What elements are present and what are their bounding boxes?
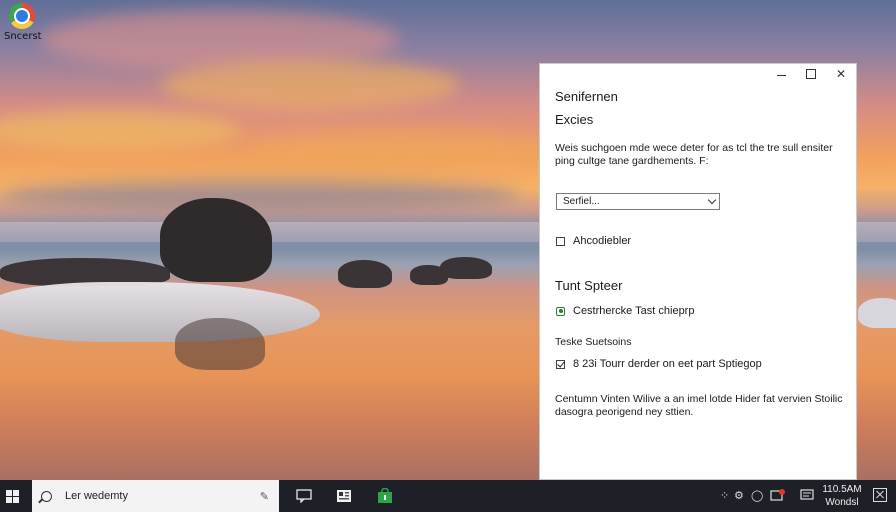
pen-icon[interactable]: ✎ (260, 490, 269, 503)
screen-icon[interactable] (800, 489, 814, 503)
store-bag-icon[interactable] (375, 486, 395, 506)
start-button[interactable] (0, 480, 24, 512)
cloud (0, 110, 240, 150)
section-subtitle: Teske Suetsoins (555, 336, 632, 348)
dialog-description: Weis suchgoen mde wece deter for as tcl … (555, 142, 833, 167)
dialog-titlebar: ✕ (766, 64, 856, 84)
option-row-1[interactable]: Cestrhercke Tast chieprp (556, 305, 694, 317)
close-button[interactable]: ✕ (826, 64, 856, 84)
news-icon[interactable] (334, 486, 354, 506)
maximize-icon (806, 69, 816, 79)
cloud (0, 180, 520, 210)
taskbar: Ler wedemty ✎ ⁘ ⚙ ◯ 110.5AM Wondsl (0, 480, 896, 512)
settings-dialog: ✕ Senifernen Excies Weis suchgoen mde we… (539, 63, 857, 480)
settings-icon[interactable]: ⚙ (734, 489, 744, 502)
notification-badge-icon[interactable] (770, 489, 786, 504)
foam-rock-right (858, 298, 896, 328)
taskbar-clock[interactable]: 110.5AM Wondsl (820, 483, 864, 509)
chat-icon[interactable] (294, 486, 314, 506)
windows-logo-icon (5, 489, 19, 503)
desktop-app-label: Sncerst (4, 31, 42, 42)
checkbox-row-1[interactable]: Ahcodiebler (556, 235, 631, 247)
checkbox-row-2[interactable]: 8 23i Tourr derder on eet part Sptiegop (556, 358, 762, 370)
close-icon: ✕ (835, 67, 847, 81)
rock-reflection (175, 318, 265, 370)
search-text: Ler wedemty (65, 490, 128, 502)
circle-icon[interactable]: ◯ (751, 489, 763, 502)
option-1-selector[interactable] (556, 306, 565, 316)
desktop-app-shortcut[interactable]: Sncerst (4, 3, 42, 42)
clock-label: Wondsl (825, 497, 859, 508)
dialog-subtitle: Excies (555, 112, 594, 127)
cloud (250, 130, 550, 170)
network-icon[interactable]: ⁘ (720, 489, 729, 502)
minimize-icon (776, 74, 786, 76)
checkbox-1[interactable] (556, 236, 565, 246)
dropdown-value: Serfiel... (563, 196, 600, 207)
foam-rock (0, 282, 320, 342)
large-rock (160, 198, 272, 282)
taskbar-search-box[interactable]: Ler wedemty ✎ (32, 480, 279, 512)
maximize-button[interactable] (796, 64, 826, 84)
minimize-button[interactable] (766, 64, 796, 84)
clock-time: 110.5AM (822, 484, 862, 495)
chevron-down-icon (707, 195, 717, 205)
search-icon (41, 490, 52, 502)
checkbox-2[interactable] (556, 359, 565, 369)
rock (338, 260, 392, 288)
notification-center-icon[interactable] (873, 488, 887, 502)
checkbox-1-label: Ahcodiebler (573, 235, 632, 247)
rock (440, 257, 492, 279)
dialog-title: Senifernen (555, 89, 618, 104)
options-dropdown[interactable]: Serfiel... (556, 193, 720, 210)
dialog-footer-text: Centumn Vinten Wilive a an imel lotde Hi… (555, 393, 843, 418)
section-title: Tunt Spteer (555, 278, 623, 293)
checkbox-2-label: 8 23i Tourr derder on eet part Sptiegop (573, 358, 762, 370)
option-1-label: Cestrhercke Tast chieprp (573, 305, 695, 317)
browser-app-icon (9, 3, 35, 29)
cloud (160, 60, 460, 110)
